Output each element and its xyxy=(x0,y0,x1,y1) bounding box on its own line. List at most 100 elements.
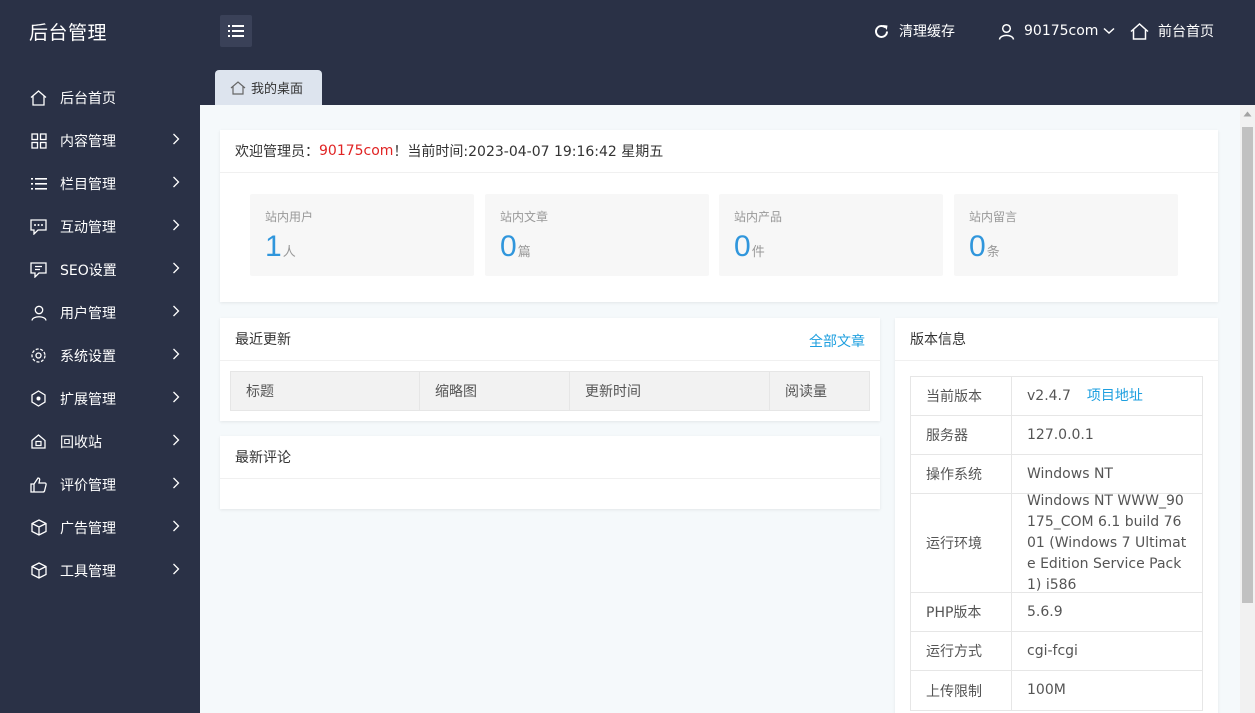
chevron-down-icon xyxy=(1103,27,1115,35)
main-content: 欢迎管理员： 90175com ！当前时间:2023-04-07 19:16:4… xyxy=(200,105,1240,713)
user-menu[interactable]: 90175com xyxy=(998,20,1115,42)
version-table: 当前版本 v2.4.7 项目地址 服务器 127.0.0.1 操作系统 Windo… xyxy=(910,376,1203,711)
row-key: 当前版本 xyxy=(911,377,1012,415)
scroll-up-arrow-icon[interactable] xyxy=(1240,105,1255,122)
vertical-scrollbar[interactable] xyxy=(1240,105,1255,713)
chevron-right-icon xyxy=(172,133,180,149)
latest-comments-card: 最新评论 xyxy=(220,436,880,509)
column-header[interactable]: 阅读量 xyxy=(770,372,869,410)
sidebar-item-home[interactable]: 后台首页 xyxy=(0,76,200,119)
all-articles-link[interactable]: 全部文章 xyxy=(809,331,865,351)
version-number: v2.4.7 xyxy=(1027,387,1071,404)
row-key: 操作系统 xyxy=(911,455,1012,493)
user-icon xyxy=(998,23,1015,40)
version-title: 版本信息 xyxy=(910,332,966,348)
sidebar-item-settings[interactable]: 系统设置 xyxy=(0,334,200,377)
list-icon xyxy=(30,175,47,192)
welcome-prefix: 欢迎管理员： xyxy=(235,144,319,160)
welcome-card: 欢迎管理员： 90175com ！当前时间:2023-04-07 19:16:4… xyxy=(220,130,1218,302)
table-row: 当前版本 v2.4.7 项目地址 xyxy=(911,377,1202,416)
stat-products[interactable]: 站内产品 0件 xyxy=(719,194,943,276)
column-header[interactable]: 标题 xyxy=(231,372,420,410)
clear-cache-button[interactable]: 清理缓存 xyxy=(873,20,955,42)
welcome-message: 欢迎管理员： 90175com ！当前时间:2023-04-07 19:16:4… xyxy=(220,130,1218,173)
cube-icon xyxy=(30,562,47,579)
home-icon xyxy=(1130,22,1149,40)
row-value: cgi-fcgi xyxy=(1027,642,1078,659)
chevron-right-icon xyxy=(172,391,180,407)
stat-value: 1 xyxy=(265,230,282,263)
stat-value: 0 xyxy=(500,230,517,263)
row-value: Windows NT WWW_90175_COM 6.1 build 7601 … xyxy=(1027,492,1187,593)
sidebar-item-label: 内容管理 xyxy=(60,134,116,150)
sidebar-item-extensions[interactable]: 扩展管理 xyxy=(0,377,200,420)
chevron-right-icon xyxy=(172,305,180,321)
brand-title: 后台管理 xyxy=(29,22,108,44)
stat-users[interactable]: 站内用户 1人 xyxy=(250,194,474,276)
sidebar-item-label: 回收站 xyxy=(60,435,102,451)
sidebar-item-tools[interactable]: 工具管理 xyxy=(0,549,200,592)
tab-strip: 我的桌面 xyxy=(200,60,1255,105)
row-key: 上传限制 xyxy=(911,671,1012,710)
sidebar: 后台首页 内容管理 栏目管理 互动管理 SEO设置 用户管理 系统设置 扩展管理… xyxy=(0,60,200,713)
column-header[interactable]: 更新时间 xyxy=(570,372,770,410)
version-info-card: 版本信息 当前版本 v2.4.7 项目地址 服务器 127.0.0.1 操作系统 … xyxy=(895,318,1218,713)
card-title: 最新评论 xyxy=(220,436,880,479)
stat-label: 站内留言 xyxy=(969,210,1018,224)
sidebar-item-label: 扩展管理 xyxy=(60,392,116,408)
stat-unit: 条 xyxy=(986,244,1000,259)
stat-unit: 人 xyxy=(282,244,296,259)
chevron-right-icon xyxy=(172,262,180,278)
card-title: 最近更新 xyxy=(220,318,880,361)
chat-icon xyxy=(30,218,47,235)
row-key: 运行方式 xyxy=(911,632,1012,670)
row-key: PHP版本 xyxy=(911,593,1012,631)
stat-messages[interactable]: 站内留言 0条 xyxy=(954,194,1178,276)
menu-toggle-button[interactable] xyxy=(220,15,252,47)
column-header[interactable]: 缩略图 xyxy=(420,372,570,410)
stat-articles[interactable]: 站内文章 0篇 xyxy=(485,194,709,276)
seo-chat-icon xyxy=(30,261,47,278)
project-link[interactable]: 项目地址 xyxy=(1087,386,1143,407)
gear-icon xyxy=(30,347,47,364)
admin-name: 90175com xyxy=(319,143,394,159)
sidebar-item-label: 系统设置 xyxy=(60,349,116,365)
table-row: 上传限制 100M xyxy=(911,671,1202,710)
sidebar-item-label: 栏目管理 xyxy=(60,177,116,193)
sidebar-item-label: 用户管理 xyxy=(60,306,116,322)
frontend-home-label: 前台首页 xyxy=(1158,24,1214,40)
table-header: 标题 缩略图 更新时间 阅读量 xyxy=(230,371,870,411)
sidebar-item-reviews[interactable]: 评价管理 xyxy=(0,463,200,506)
chevron-right-icon xyxy=(172,477,180,493)
sidebar-item-label: 后台首页 xyxy=(60,91,116,107)
tab-my-desktop[interactable]: 我的桌面 xyxy=(215,70,322,105)
clear-cache-label: 清理缓存 xyxy=(899,24,955,40)
row-key: 运行环境 xyxy=(911,494,1012,592)
scrollbar-thumb[interactable] xyxy=(1242,127,1253,603)
extension-icon xyxy=(30,390,47,407)
frontend-home-link[interactable]: 前台首页 xyxy=(1130,20,1214,42)
welcome-time: ！当前时间:2023-04-07 19:16:42 星期五 xyxy=(393,144,664,160)
sidebar-item-users[interactable]: 用户管理 xyxy=(0,291,200,334)
sidebar-item-content[interactable]: 内容管理 xyxy=(0,119,200,162)
sidebar-item-label: 广告管理 xyxy=(60,521,116,537)
sidebar-item-recycle[interactable]: 回收站 xyxy=(0,420,200,463)
recycle-icon xyxy=(30,433,47,450)
sidebar-item-interaction[interactable]: 互动管理 xyxy=(0,205,200,248)
row-value: 5.6.9 xyxy=(1027,603,1063,620)
stat-label: 站内用户 xyxy=(265,210,314,224)
thumb-up-icon xyxy=(30,476,47,493)
chevron-right-icon xyxy=(172,219,180,235)
menu-icon xyxy=(228,25,244,37)
card-title: 版本信息 xyxy=(895,318,1218,361)
home-icon xyxy=(30,89,47,106)
row-value: v2.4.7 项目地址 xyxy=(1012,377,1202,415)
sidebar-item-seo[interactable]: SEO设置 xyxy=(0,248,200,291)
cube-icon xyxy=(30,519,47,536)
stat-label: 站内产品 xyxy=(734,210,783,224)
sidebar-item-ads[interactable]: 广告管理 xyxy=(0,506,200,549)
username-label: 90175com xyxy=(1024,23,1099,39)
sidebar-item-columns[interactable]: 栏目管理 xyxy=(0,162,200,205)
stat-value: 0 xyxy=(734,230,751,263)
tab-label: 我的桌面 xyxy=(251,82,304,97)
